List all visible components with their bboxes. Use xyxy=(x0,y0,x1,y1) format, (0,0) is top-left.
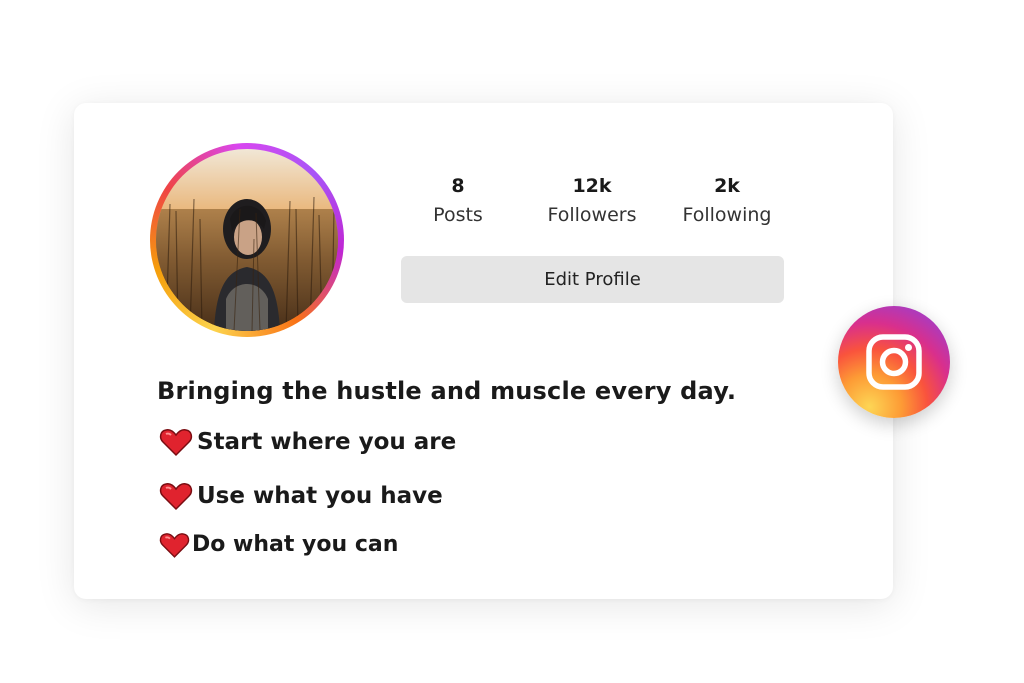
profile-card: 8 Posts 12k Followers 2k Following Edit … xyxy=(74,103,893,599)
heart-icon xyxy=(159,533,190,558)
bio-line-text: Do what you can xyxy=(192,532,399,557)
heart-icon xyxy=(159,429,193,457)
stat-posts[interactable]: 8 Posts xyxy=(398,175,518,226)
following-label: Following xyxy=(682,204,772,226)
bio-line: Do what you can xyxy=(159,528,398,562)
profile-photo xyxy=(156,149,338,331)
instagram-icon xyxy=(866,334,922,390)
bio-line: Start where you are xyxy=(159,425,456,459)
bio-line-text: Use what you have xyxy=(197,483,443,509)
page: 8 Posts 12k Followers 2k Following Edit … xyxy=(0,0,1024,683)
followers-label: Followers xyxy=(547,204,637,226)
stat-following[interactable]: 2k Following xyxy=(667,175,787,226)
following-count: 2k xyxy=(714,175,740,197)
edit-profile-button[interactable]: Edit Profile xyxy=(401,256,784,303)
heart-icon xyxy=(159,483,193,511)
bio-line: Use what you have xyxy=(159,479,443,513)
followers-count: 12k xyxy=(572,175,612,197)
stat-followers[interactable]: 12k Followers xyxy=(532,175,652,226)
posts-count: 8 xyxy=(451,175,465,197)
posts-label: Posts xyxy=(433,204,483,226)
bio-line-text: Start where you are xyxy=(197,429,457,455)
avatar[interactable] xyxy=(150,143,344,337)
bio-headline: Bringing the hustle and muscle every day… xyxy=(157,377,737,405)
profile-stats: 8 Posts 12k Followers 2k Following xyxy=(398,175,798,235)
instagram-badge[interactable] xyxy=(838,306,950,418)
